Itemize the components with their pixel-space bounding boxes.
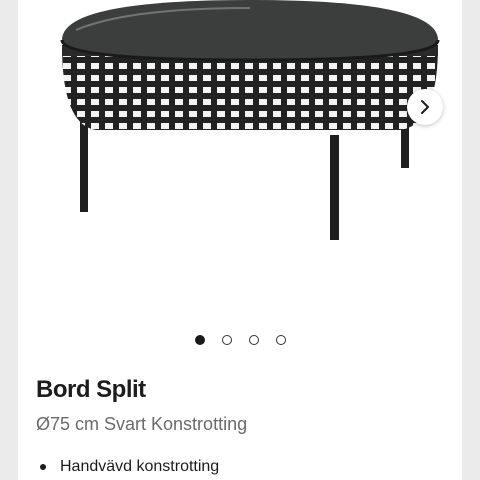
pagination-dot-1[interactable] <box>194 335 205 345</box>
bullet-icon <box>40 464 46 470</box>
pagination-dot-2[interactable] <box>221 335 232 345</box>
product-subtitle: Ø75 cm Svart Konstrotting <box>36 414 248 434</box>
product-image <box>60 0 440 240</box>
pagination-dot-4[interactable] <box>275 335 286 345</box>
feature-list: Handvävd konstrotting <box>36 458 219 476</box>
chevron-right-icon <box>421 100 429 114</box>
product-image-carousel[interactable] <box>18 0 462 300</box>
product-card: Bord Split Ø75 cm Svart Konstrotting Han… <box>18 0 462 480</box>
feature-text: Handvävd konstrotting <box>60 458 220 475</box>
product-title: Bord Split <box>36 376 146 403</box>
carousel-pagination <box>18 335 462 349</box>
next-image-button[interactable] <box>407 89 443 125</box>
feature-item: Handvävd konstrotting <box>36 458 219 476</box>
pagination-dot-3[interactable] <box>248 335 259 345</box>
